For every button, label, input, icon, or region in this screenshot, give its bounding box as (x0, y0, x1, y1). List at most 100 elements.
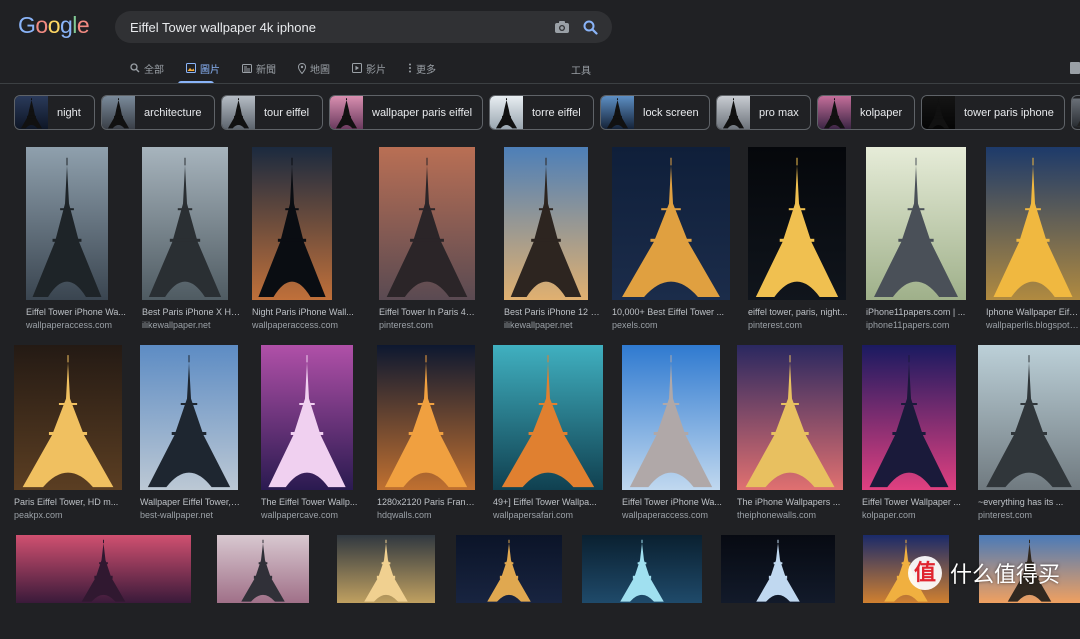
result-thumbnail[interactable] (986, 147, 1080, 300)
image-result[interactable]: 1280x2120 Paris Franc... hdqwalls.com (377, 345, 475, 526)
result-source[interactable]: wallpapercave.com (261, 510, 359, 521)
chip-tower-paris-iphone[interactable]: tower paris iphone (921, 95, 1065, 130)
result-source[interactable]: pinterest.com (379, 320, 477, 331)
result-thumbnail[interactable] (862, 345, 956, 490)
result-thumbnail[interactable] (252, 147, 332, 300)
result-title[interactable]: Iphone Wallpaper Eiffel... (986, 307, 1080, 318)
chip-torre-eiffel[interactable]: torre eiffel (489, 95, 594, 130)
result-thumbnail[interactable] (978, 345, 1080, 490)
image-result[interactable] (337, 535, 435, 639)
search-bar[interactable] (115, 11, 612, 43)
image-result[interactable] (456, 535, 562, 639)
result-thumbnail[interactable] (217, 535, 309, 603)
result-source[interactable]: ilikewallpaper.net (142, 320, 242, 331)
image-result[interactable]: Eiffel Tower iPhone Wa... wallpaperaccess… (622, 345, 722, 526)
result-title[interactable]: Paris Eiffel Tower, HD m... (14, 497, 122, 508)
image-result[interactable]: iPhone11papers.com | ... iphone11papers.c… (866, 147, 966, 336)
image-result[interactable]: 49+] Eiffel Tower Wallpa... wallpapersafa… (493, 345, 603, 526)
image-result[interactable]: Best Paris iPhone X HD... ilikewallpaper.… (142, 147, 242, 336)
tab-more[interactable]: 更多 (408, 58, 436, 78)
result-source[interactable]: theiphonewalls.com (737, 510, 843, 521)
result-source[interactable]: ilikewallpaper.net (504, 320, 602, 331)
result-thumbnail[interactable] (26, 147, 108, 300)
search-icon[interactable] (576, 11, 604, 43)
image-result[interactable]: Paris Eiffel Tower, HD m... peakpx.com (14, 345, 122, 526)
image-result[interactable]: eiffel tower, paris, night... pinterest.c… (748, 147, 848, 336)
result-source[interactable]: kolpaper.com (862, 510, 962, 521)
result-thumbnail[interactable] (261, 345, 353, 490)
result-thumbnail[interactable] (14, 345, 122, 490)
result-source[interactable]: pinterest.com (748, 320, 848, 331)
result-source[interactable]: peakpx.com (14, 510, 122, 521)
result-title[interactable]: Eiffel Tower iPhone Wa... (26, 307, 134, 318)
result-thumbnail[interactable] (379, 147, 475, 300)
result-thumbnail[interactable] (142, 147, 228, 300)
image-result[interactable]: Iphone Wallpaper Eiffel... wallpaperlis.b… (986, 147, 1080, 336)
result-thumbnail[interactable] (377, 345, 475, 490)
result-title[interactable]: The Eiffel Tower Wallp... (261, 497, 359, 508)
image-result[interactable] (721, 535, 835, 639)
google-logo[interactable]: Google (18, 12, 90, 39)
image-result[interactable]: Eiffel Tower iPhone Wa... wallpaperaccess… (26, 147, 134, 336)
image-result[interactable]: Eiffel Tower Wallpaper ... kolpaper.com (862, 345, 962, 526)
result-thumbnail[interactable] (456, 535, 562, 603)
tab-images[interactable]: 圖片 (186, 58, 220, 78)
result-title[interactable]: Best Paris iPhone X HD... (142, 307, 242, 318)
result-source[interactable]: iphone11papers.com (866, 320, 966, 331)
result-thumbnail[interactable] (721, 535, 835, 603)
result-source[interactable]: best-wallpaper.net (140, 510, 240, 521)
result-title[interactable]: Best Paris iPhone 12 H... (504, 307, 602, 318)
result-title[interactable]: 10,000+ Best Eiffel Tower ... (612, 307, 730, 318)
result-thumbnail[interactable] (737, 345, 843, 490)
tab-videos[interactable]: 影片 (352, 58, 386, 78)
result-title[interactable]: 1280x2120 Paris Franc... (377, 497, 475, 508)
result-thumbnail[interactable] (612, 147, 730, 300)
result-thumbnail[interactable] (866, 147, 966, 300)
result-title[interactable]: ~everything has its ... (978, 497, 1080, 508)
result-source[interactable]: wallpaperlis.blogspot.c... (986, 320, 1080, 331)
image-result[interactable]: Wallpaper Eiffel Tower, ... best-wallpape… (140, 345, 240, 526)
result-title[interactable]: The iPhone Wallpapers ... (737, 497, 843, 508)
result-source[interactable]: hdqwalls.com (377, 510, 475, 521)
tab-maps[interactable]: 地圖 (298, 58, 330, 78)
result-source[interactable]: pexels.com (612, 320, 730, 331)
result-thumbnail[interactable] (337, 535, 435, 603)
image-result[interactable]: The Eiffel Tower Wallp... wallpapercave.c… (261, 345, 359, 526)
result-thumbnail[interactable] (622, 345, 720, 490)
camera-icon[interactable] (548, 11, 576, 43)
result-title[interactable]: 49+] Eiffel Tower Wallpa... (493, 497, 603, 508)
tab-all[interactable]: 全部 (130, 58, 164, 78)
result-title[interactable]: Wallpaper Eiffel Tower, ... (140, 497, 240, 508)
result-thumbnail[interactable] (16, 535, 191, 603)
chip-architecture[interactable]: architecture (101, 95, 215, 130)
image-result[interactable] (16, 535, 191, 639)
tools-button[interactable]: 工具 (571, 62, 591, 77)
result-source[interactable]: wallpapersafari.com (493, 510, 603, 521)
result-thumbnail[interactable] (748, 147, 846, 300)
search-input[interactable] (115, 19, 548, 35)
image-result[interactable] (582, 535, 702, 639)
chip-pro-max[interactable]: pro max (716, 95, 811, 130)
tab-news[interactable]: 新聞 (242, 58, 276, 78)
chip-partial[interactable] (1071, 95, 1080, 130)
result-title[interactable]: Night Paris iPhone Wall... (252, 307, 358, 318)
result-source[interactable]: wallpaperaccess.com (26, 320, 134, 331)
image-result[interactable] (217, 535, 309, 639)
result-source[interactable]: wallpaperaccess.com (252, 320, 358, 331)
result-title[interactable]: eiffel tower, paris, night... (748, 307, 848, 318)
result-source[interactable]: wallpaperaccess.com (622, 510, 722, 521)
result-title[interactable]: Eiffel Tower Wallpaper ... (862, 497, 962, 508)
result-thumbnail[interactable] (582, 535, 702, 603)
chip-night[interactable]: night (14, 95, 95, 130)
chip-kolpaper[interactable]: kolpaper (817, 95, 915, 130)
result-thumbnail[interactable] (140, 345, 238, 490)
image-result[interactable]: 10,000+ Best Eiffel Tower ... pexels.com (612, 147, 730, 336)
image-result[interactable]: Night Paris iPhone Wall... wallpaperacces… (252, 147, 358, 336)
bookmark-icon[interactable] (1070, 62, 1080, 74)
result-title[interactable]: iPhone11papers.com | ... (866, 307, 966, 318)
image-result[interactable]: Eiffel Tower In Paris 4k... pinterest.com (379, 147, 477, 336)
chip-wallpaper-paris-eiffel[interactable]: wallpaper paris eiffel (329, 95, 483, 130)
chip-lock-screen[interactable]: lock screen (600, 95, 710, 130)
result-thumbnail[interactable] (504, 147, 588, 300)
image-result[interactable]: ~everything has its ... pinterest.com (978, 345, 1080, 526)
